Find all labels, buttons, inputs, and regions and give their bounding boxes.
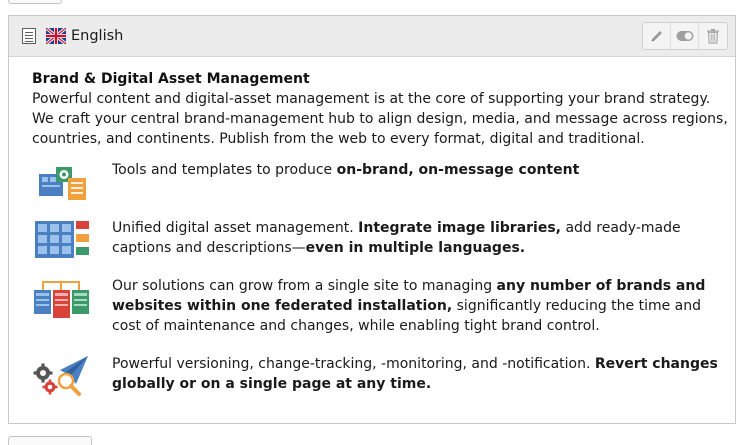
content-intro: Powerful content and digital-asset manag… xyxy=(32,91,728,147)
previous-element-edge xyxy=(8,0,62,4)
element-actions xyxy=(642,22,728,50)
templates-icon xyxy=(39,167,86,200)
toggle-visibility-button[interactable] xyxy=(671,23,699,49)
multisite-icon xyxy=(34,281,89,318)
feature-item: Unified digital asset management. Integr… xyxy=(32,218,724,262)
panel-header: English xyxy=(9,16,735,57)
feature-text: Unified digital asset management. Integr… xyxy=(112,220,681,256)
language-label: English xyxy=(71,28,124,44)
pencil-icon xyxy=(651,31,662,42)
feature-text: Powerful versioning, change-tracking, -m… xyxy=(112,356,718,392)
asset-library-icon xyxy=(35,221,89,258)
toggle-icon xyxy=(676,31,693,41)
content-headline: Brand & Digital Asset Management xyxy=(32,71,310,87)
delete-button[interactable] xyxy=(699,23,727,49)
feature-item: Powerful versioning, change-tracking, -m… xyxy=(32,354,724,398)
uk-flag-icon xyxy=(46,28,66,44)
feature-text: Tools and templates to produce on-brand,… xyxy=(112,162,580,178)
content-element-panel: English Brand & Digital Asset Management… xyxy=(8,15,736,424)
feature-text: Our solutions can grow from a single sit… xyxy=(112,278,706,334)
next-element-edge xyxy=(8,436,92,445)
feature-item: Tools and templates to produce on-brand,… xyxy=(32,160,724,204)
edit-button[interactable] xyxy=(643,23,671,49)
versioning-icon xyxy=(33,356,88,396)
feature-item: Our solutions can grow from a single sit… xyxy=(32,276,724,336)
trash-icon xyxy=(707,29,719,44)
element-content: Brand & Digital Asset Management Powerfu… xyxy=(9,57,735,149)
page-icon xyxy=(22,28,36,44)
